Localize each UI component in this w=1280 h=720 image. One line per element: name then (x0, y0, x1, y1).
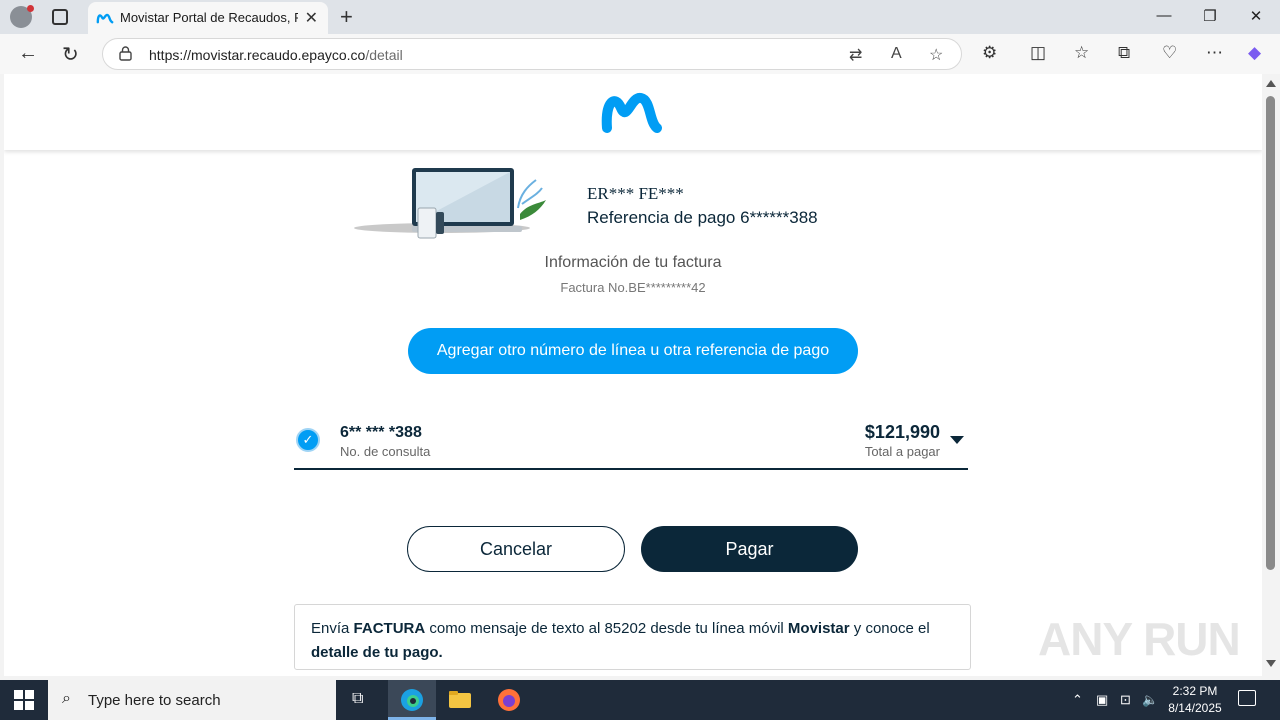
new-tab-button[interactable]: + (340, 4, 353, 30)
movistar-logo-icon (601, 93, 662, 133)
url-text: https://movistar.recaudo.epayco.co/detai… (149, 47, 403, 63)
network-icon[interactable]: ⊡ (1120, 692, 1131, 708)
sms-text-1: Envía (311, 620, 354, 637)
browser-toolbar: ← ↻ https://movistar.recaudo.epayco.co/d… (0, 34, 1280, 74)
favorite-star-icon[interactable]: ☆ (929, 45, 943, 65)
tab-title: Movistar Portal de Recaudos, Pago (120, 10, 298, 25)
copilot-icon[interactable]: ◆ (1248, 43, 1261, 63)
volume-icon[interactable]: 🔈 (1142, 692, 1158, 708)
collections-icon[interactable]: ⧉ (1118, 43, 1130, 63)
scroll-down-icon[interactable] (1266, 660, 1276, 667)
sms-bold-brand: Movistar (787, 620, 850, 637)
line-number: 6** *** *388 (340, 424, 422, 441)
taskbar-search[interactable]: ⌕ Type here to search (48, 680, 336, 720)
page-content: ER*** FE*** Referencia de pago 6******38… (4, 74, 1262, 676)
more-options-icon[interactable]: ⋯ (1206, 43, 1223, 63)
payment-reference: Referencia de pago 6******388 (587, 208, 818, 227)
windows-taskbar: ⌕ Type here to search ⧉ ⌃ ▣ ⊡ 🔈 2:32 PM … (0, 680, 1280, 720)
page-scrollbar[interactable] (1262, 74, 1280, 676)
browser-titlebar: Movistar Portal de Recaudos, Pago ✕ + — … (0, 0, 1280, 34)
line-amount-label: Total a pagar (864, 444, 940, 459)
close-window-button[interactable]: ✕ (1246, 7, 1266, 25)
translate-icon[interactable]: ⇄ (849, 45, 862, 65)
url-path: /detail (365, 47, 403, 63)
line-checkbox[interactable]: ✓ (296, 428, 320, 452)
extensions-icon[interactable]: ⚙ (982, 43, 997, 63)
line-number-label: No. de consulta (340, 444, 431, 459)
tab-close-icon[interactable]: ✕ (305, 8, 318, 28)
scroll-up-icon[interactable] (1266, 80, 1276, 87)
clock-date: 8/14/2025 (1168, 701, 1222, 715)
movistar-favicon-icon (96, 13, 114, 24)
anyrun-watermark: ANY RUN (1038, 613, 1241, 665)
sms-text-3: y conoce el (849, 620, 930, 637)
minimize-button[interactable]: — (1154, 7, 1174, 24)
sms-text-2: como mensaje de texto al 85202 desde tu … (425, 620, 788, 637)
tab-actions-icon[interactable] (52, 9, 68, 25)
add-line-button[interactable]: Agregar otro número de línea u otra refe… (408, 328, 858, 374)
search-icon: ⌕ (62, 690, 71, 707)
tray-chevron-icon[interactable]: ⌃ (1072, 692, 1083, 708)
checkmark-icon: ✓ (302, 432, 314, 447)
cancel-button[interactable]: Cancelar (407, 526, 625, 572)
system-clock[interactable]: 2:32 PM 8/14/2025 (1160, 683, 1230, 717)
pay-button[interactable]: Pagar (641, 526, 858, 572)
restore-button[interactable]: ❐ (1200, 7, 1220, 25)
favorites-icon[interactable]: ☆ (1074, 43, 1089, 63)
invoice-info-title: Información de tu factura (544, 254, 722, 271)
split-screen-icon[interactable]: ◫ (1030, 43, 1046, 63)
refresh-icon[interactable]: ↻ (62, 42, 79, 67)
task-view-icon[interactable]: ⧉ (352, 690, 363, 708)
browser-tab-active[interactable]: Movistar Portal de Recaudos, Pago ✕ (88, 2, 328, 34)
address-bar[interactable]: https://movistar.recaudo.epayco.co/detai… (102, 38, 962, 70)
line-amount: $121,990 (864, 422, 940, 442)
sms-info-box: Envía FACTURA como mensaje de texto al 8… (294, 604, 971, 670)
browser-essentials-icon[interactable]: ♡ (1162, 43, 1177, 63)
lock-icon (119, 46, 132, 61)
scroll-thumb[interactable] (1266, 96, 1275, 570)
customer-name: ER*** FE*** (587, 184, 684, 203)
tray-device-icon[interactable]: ▣ (1096, 692, 1108, 708)
devices-illustration-icon (354, 168, 546, 239)
clock-time: 2:32 PM (1172, 684, 1218, 698)
windows-start-icon[interactable] (14, 690, 34, 710)
read-aloud-icon[interactable]: A (891, 45, 902, 63)
site-header (4, 74, 1262, 150)
notification-icon[interactable] (1238, 690, 1256, 706)
profile-notification-dot (27, 5, 34, 12)
line-item-row[interactable]: ✓ 6** *** *388 No. de consulta $121,990 … (294, 418, 968, 470)
sms-bold-keyword: FACTURA (353, 620, 426, 637)
file-explorer-icon[interactable] (448, 688, 472, 712)
back-arrow-icon[interactable]: ← (18, 42, 38, 65)
sms-bold-detail: detalle de tu pago. (311, 644, 443, 661)
edge-browser-icon[interactable] (400, 688, 424, 712)
search-placeholder: Type here to search (88, 692, 221, 709)
expand-caret-icon[interactable] (950, 436, 964, 444)
firefox-icon[interactable] (497, 688, 521, 712)
url-host: https://movistar.recaudo.epayco.co (149, 47, 366, 63)
invoice-number: Factura No.BE*********42 (560, 280, 706, 295)
